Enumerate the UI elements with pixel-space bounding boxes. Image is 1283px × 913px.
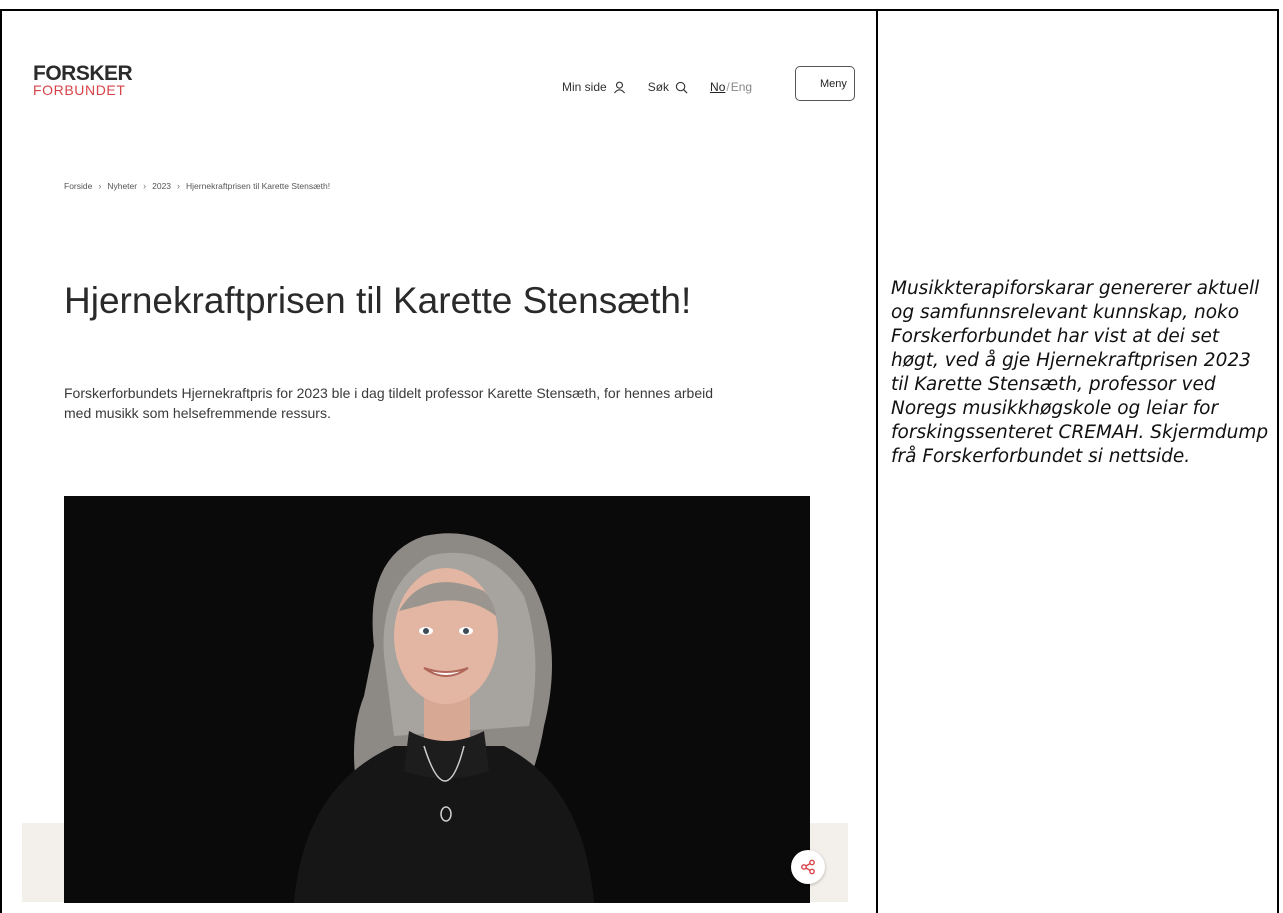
breadcrumb: Forside › Nyheter › 2023 › Hjernekraftpr… bbox=[64, 181, 330, 191]
search-icon bbox=[675, 81, 688, 93]
breadcrumb-chevron-icon: › bbox=[98, 181, 102, 191]
table-divider bbox=[876, 9, 878, 913]
portrait-photo bbox=[64, 496, 810, 903]
user-icon bbox=[613, 81, 625, 93]
menu-button[interactable]: Meny bbox=[795, 66, 855, 101]
language-switch: No / Eng bbox=[710, 80, 752, 94]
top-nav: Min side Søk No / Eng bbox=[562, 75, 776, 99]
my-page-label: Min side bbox=[562, 80, 607, 94]
search-label: Søk bbox=[647, 80, 670, 94]
figure-caption: Musikkterapiforskarar genererer aktuell … bbox=[891, 278, 1269, 467]
breadcrumb-chevron-icon: › bbox=[143, 181, 147, 191]
breadcrumb-news[interactable]: Nyheter bbox=[107, 181, 137, 191]
lang-separator: / bbox=[726, 80, 730, 94]
article-ingress: Forskerforbundets Hjernekraftpris for 20… bbox=[64, 385, 714, 421]
breadcrumb-chevron-icon: › bbox=[177, 181, 181, 191]
share-icon bbox=[801, 859, 815, 875]
share-button[interactable] bbox=[791, 850, 825, 884]
breadcrumb-year[interactable]: 2023 bbox=[152, 181, 171, 191]
breadcrumb-current: Hjernekraftprisen til Karette Stensæth! bbox=[186, 181, 331, 191]
my-page-link[interactable]: Min side bbox=[562, 80, 626, 94]
lang-no-link[interactable]: No bbox=[710, 80, 725, 94]
logo-line2: FORBUNDET bbox=[33, 82, 126, 98]
site-logo[interactable]: FORSKER FORBUNDET bbox=[33, 62, 143, 98]
breadcrumb-home[interactable]: Forside bbox=[64, 181, 92, 191]
logo-line1: FORSKER bbox=[33, 62, 133, 85]
menu-label: Meny bbox=[820, 77, 847, 90]
search-link[interactable]: Søk bbox=[648, 80, 688, 94]
website-screenshot: FORSKER FORBUNDET Min side Søk No / Eng … bbox=[2, 11, 876, 913]
article-title: Hjernekraftprisen til Karette Stensæth! bbox=[64, 280, 692, 321]
lang-eng-link[interactable]: Eng bbox=[731, 80, 752, 94]
article-image bbox=[64, 496, 810, 903]
